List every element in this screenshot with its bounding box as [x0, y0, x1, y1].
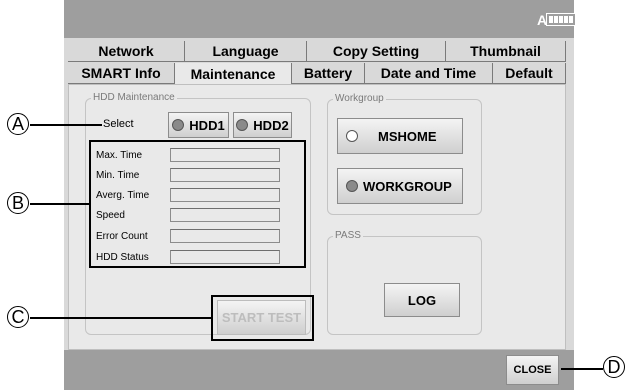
workgroup-button[interactable]: WORKGROUP — [337, 168, 463, 204]
select-label: Select — [103, 118, 134, 130]
hdd2-label: HDD2 — [253, 117, 289, 133]
tab-network[interactable]: Network — [68, 41, 185, 62]
mshome-indicator-icon — [346, 130, 358, 142]
hdd1-label: HDD1 — [189, 117, 225, 133]
max-time-value — [170, 148, 280, 162]
min-time-value — [170, 168, 280, 182]
start-test-button[interactable]: START TEST — [217, 300, 306, 335]
log-button[interactable]: LOG — [384, 283, 460, 317]
bottom-bar — [64, 350, 574, 390]
workgroup-title: Workgroup — [333, 93, 386, 104]
field-label-min-time: Min. Time — [96, 170, 140, 181]
hdd2-button[interactable]: HDD2 — [233, 112, 292, 138]
error-count-value — [170, 229, 280, 243]
tab-maintenance[interactable]: Maintenance — [175, 63, 292, 85]
title-bar — [64, 0, 574, 38]
callout-c-line — [30, 317, 211, 319]
hdd1-indicator-icon — [172, 119, 185, 131]
pass-title: PASS — [333, 230, 363, 241]
callout-a-line — [30, 124, 102, 126]
callout-d-line — [561, 368, 603, 370]
field-label-max-time: Max. Time — [96, 150, 143, 161]
mshome-label: MSHOME — [378, 128, 437, 144]
callout-a: A — [7, 113, 29, 135]
averg-time-value — [170, 188, 280, 202]
callout-d: D — [603, 356, 625, 378]
callout-b-line — [30, 203, 89, 205]
tab-date-and-time[interactable]: Date and Time — [365, 63, 493, 84]
hdd2-indicator-icon — [236, 119, 249, 131]
field-label-speed: Speed — [96, 210, 125, 221]
hdd-status-value — [170, 250, 280, 264]
field-label-error-count: Error Count — [96, 231, 148, 242]
tab-battery[interactable]: Battery — [292, 63, 365, 84]
hdd-maintenance-title: HDD Maintenance — [91, 92, 177, 103]
workgroup-label: WORKGROUP — [363, 178, 452, 194]
callout-b: B — [7, 192, 29, 214]
callout-c: C — [7, 306, 29, 328]
field-label-averg-time: Averg. Time — [96, 190, 150, 201]
tab-copy-setting[interactable]: Copy Setting — [307, 41, 446, 62]
tab-language[interactable]: Language — [185, 41, 307, 62]
battery-icon — [546, 13, 576, 26]
mshome-button[interactable]: MSHOME — [337, 118, 463, 154]
hdd1-button[interactable]: HDD1 — [168, 112, 229, 138]
tab-thumbnail[interactable]: Thumbnail — [446, 41, 566, 62]
field-label-hdd-status: HDD Status — [96, 252, 149, 263]
speed-value — [170, 208, 280, 222]
tab-smart-info[interactable]: SMART Info — [68, 63, 175, 84]
tab-default[interactable]: Default — [493, 63, 566, 84]
close-button[interactable]: CLOSE — [506, 355, 559, 385]
workgroup-indicator-icon — [346, 180, 358, 192]
